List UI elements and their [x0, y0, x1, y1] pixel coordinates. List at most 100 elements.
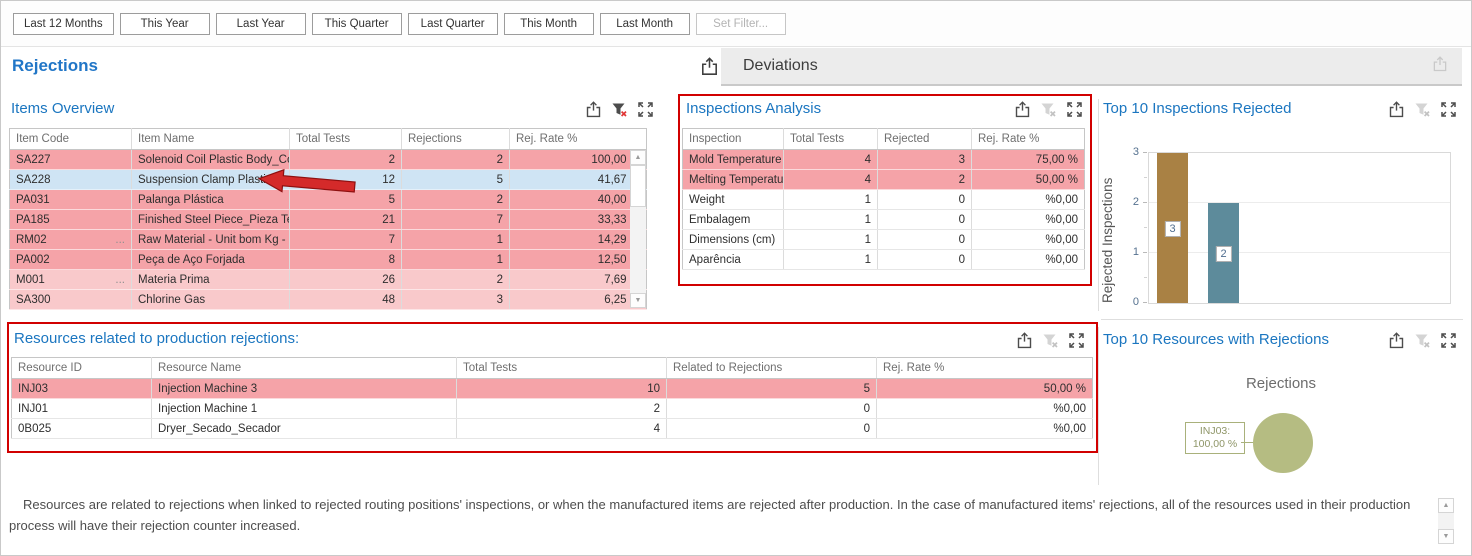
- expand-icon[interactable]: [1066, 101, 1083, 118]
- expand-icon[interactable]: [1440, 332, 1457, 349]
- filter-inactive-icon[interactable]: [1414, 332, 1431, 349]
- table-row[interactable]: PA002Peça de Aço Forjada8112,50 %: [10, 250, 647, 270]
- bar[interactable]: 2: [1208, 203, 1239, 303]
- filter-active-icon[interactable]: [611, 101, 628, 118]
- y-axis-minor-tick: [1144, 277, 1147, 278]
- export-icon[interactable]: [1014, 101, 1031, 118]
- bar[interactable]: 3: [1157, 153, 1188, 303]
- export-icon[interactable]: [700, 57, 719, 81]
- filter-button[interactable]: Last Quarter: [408, 13, 498, 35]
- table-row[interactable]: ...M001Materia Prima2627,69 %: [10, 270, 647, 290]
- table-cell: 7: [290, 230, 402, 250]
- filter-button[interactable]: This Year: [120, 13, 210, 35]
- export-icon[interactable]: [1388, 332, 1405, 349]
- tab-rejections[interactable]: Rejections: [12, 56, 98, 76]
- top10-resources-title: Top 10 Resources with Rejections: [1103, 331, 1329, 348]
- table-row[interactable]: Aparência10%0,00: [683, 250, 1085, 270]
- scroll-up-button[interactable]: ▲: [1438, 498, 1454, 513]
- filter-button[interactable]: Last 12 Months: [13, 13, 114, 35]
- table-cell: Injection Machine 3: [152, 379, 457, 399]
- table-cell: 0B025: [12, 419, 152, 439]
- table-row[interactable]: INJ03Injection Machine 310550,00 %: [12, 379, 1093, 399]
- resources-toolbar: [1016, 332, 1085, 349]
- tab-deviations[interactable]: Deviations: [721, 48, 1462, 86]
- filter-inactive-icon[interactable]: [1414, 101, 1431, 118]
- table-cell: Melting Temperature (ºC): [683, 170, 784, 190]
- scroll-up-button[interactable]: ▲: [630, 150, 646, 165]
- filter-button[interactable]: Last Month: [600, 13, 690, 35]
- table-cell: 3: [402, 290, 510, 310]
- column-header[interactable]: Rej. Rate %: [510, 129, 647, 150]
- top10-resources-toolbar: [1388, 332, 1457, 349]
- column-header[interactable]: Resource Name: [152, 358, 457, 379]
- scroll-down-button[interactable]: ▼: [630, 293, 646, 308]
- filter-button-group: Last 12 Months This Year Last Year This Qua…: [13, 13, 690, 35]
- table-cell: 12,50 %: [510, 250, 647, 270]
- filter-inactive-icon[interactable]: [1042, 332, 1059, 349]
- top10-inspections-title: Top 10 Inspections Rejected: [1103, 100, 1291, 117]
- expand-icon[interactable]: [1068, 332, 1085, 349]
- panel-divider: [1101, 319, 1463, 320]
- column-header[interactable]: Rej. Rate %: [877, 358, 1093, 379]
- gridline: [1149, 252, 1450, 253]
- column-header[interactable]: Rej. Rate %: [972, 129, 1085, 150]
- table-cell: 1: [784, 250, 878, 270]
- table-row[interactable]: Embalagem10%0,00: [683, 210, 1085, 230]
- column-header[interactable]: Inspection: [683, 129, 784, 150]
- column-header[interactable]: Rejected: [878, 129, 972, 150]
- column-header[interactable]: Rejections: [402, 129, 510, 150]
- expand-icon[interactable]: [1440, 101, 1457, 118]
- table-row[interactable]: Dimensions (cm)10%0,00: [683, 230, 1085, 250]
- table-cell: PA002: [10, 250, 132, 270]
- table-cell: Injection Machine 1: [152, 399, 457, 419]
- table-row[interactable]: INJ01Injection Machine 120%0,00: [12, 399, 1093, 419]
- column-header[interactable]: Related to Rejections: [667, 358, 877, 379]
- table-row[interactable]: PA185Finished Steel Piece_Pieza Terminad…: [10, 210, 647, 230]
- table-cell: SA300: [10, 290, 132, 310]
- filter-button[interactable]: This Month: [504, 13, 594, 35]
- column-header[interactable]: Total Tests: [290, 129, 402, 150]
- table-row[interactable]: SA227Solenoid Coil Plastic Body_Corpo Pl…: [10, 150, 647, 170]
- table-cell: Dimensions (cm): [683, 230, 784, 250]
- scroll-down-button[interactable]: ▼: [1438, 529, 1454, 544]
- bar-chart-y-axis-label: Rejected Inspections: [1100, 151, 1115, 303]
- table-row[interactable]: Melting Temperature (ºC)4250,00 %: [683, 170, 1085, 190]
- truncation-dots: ...: [115, 234, 125, 246]
- export-icon[interactable]: [585, 101, 602, 118]
- pie-chart[interactable]: [1253, 413, 1313, 473]
- table-cell: 21: [290, 210, 402, 230]
- table-cell: 40,00 %: [510, 190, 647, 210]
- filter-inactive-icon[interactable]: [1040, 101, 1057, 118]
- column-header[interactable]: Total Tests: [784, 129, 878, 150]
- table-cell: 10: [457, 379, 667, 399]
- column-header[interactable]: Resource ID: [12, 358, 152, 379]
- column-header[interactable]: Item Name: [132, 129, 290, 150]
- filter-button[interactable]: Last Year: [216, 13, 306, 35]
- column-header[interactable]: Item Code: [10, 129, 132, 150]
- table-row[interactable]: Mold Temperature (ºC)4375,00 %: [683, 150, 1085, 170]
- table-row[interactable]: Weight10%0,00: [683, 190, 1085, 210]
- scrollbar-thumb[interactable]: [630, 165, 646, 207]
- export-icon[interactable]: [1432, 56, 1448, 77]
- table-cell: %0,00: [877, 399, 1093, 419]
- filter-button[interactable]: This Quarter: [312, 13, 402, 35]
- y-axis-tick-label: 3: [1121, 146, 1139, 158]
- export-icon[interactable]: [1016, 332, 1033, 349]
- y-axis-minor-tick: [1144, 177, 1147, 178]
- table-cell: Embalagem: [683, 210, 784, 230]
- table-row[interactable]: 0B025Dryer_Secado_Secador40%0,00: [12, 419, 1093, 439]
- items-table-scrollbar[interactable]: ▲ ▼: [630, 150, 646, 308]
- set-filter-button[interactable]: Set Filter...: [696, 13, 786, 35]
- table-cell: 3: [878, 150, 972, 170]
- footer-scrollbar[interactable]: ▲ ▼: [1438, 498, 1454, 544]
- column-header[interactable]: Total Tests: [457, 358, 667, 379]
- expand-icon[interactable]: [637, 101, 654, 118]
- table-cell: 1: [784, 230, 878, 250]
- y-axis-tick: [1143, 202, 1147, 203]
- export-icon[interactable]: [1388, 101, 1405, 118]
- table-cell: 0: [878, 230, 972, 250]
- table-cell: 2: [402, 150, 510, 170]
- table-row[interactable]: ...RM02Raw Material - Unit bom Kg - gr71…: [10, 230, 647, 250]
- table-row[interactable]: SA300Chlorine Gas4836,25 %: [10, 290, 647, 310]
- inspections-analysis-table: InspectionTotal TestsRejectedRej. Rate %…: [682, 128, 1085, 270]
